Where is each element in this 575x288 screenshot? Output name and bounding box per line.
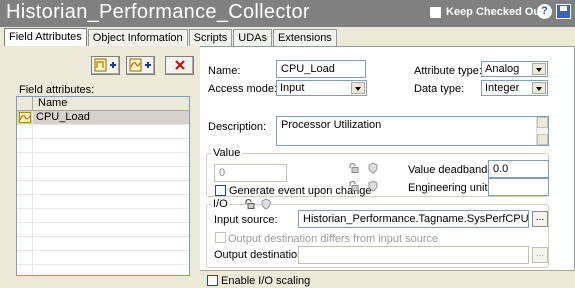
delete-icon [174, 60, 185, 70]
help-icon[interactable]: ? [537, 4, 552, 19]
attribute-type-select[interactable]: Analog [481, 61, 548, 77]
keep-checked-out-label: Keep Checked Out [446, 6, 544, 18]
shield-icon[interactable] [368, 162, 378, 174]
chevron-down-icon[interactable] [532, 63, 546, 75]
table-row-empty [17, 125, 189, 139]
table-row-empty [17, 237, 189, 251]
scroll-up-icon[interactable] [537, 117, 548, 128]
field-attributes-grid[interactable]: Name CPU_Load [16, 96, 190, 276]
shield-icon[interactable] [261, 198, 271, 210]
add-attribute-icon [94, 58, 116, 72]
enable-io-scaling-label: Enable I/O scaling [221, 275, 311, 287]
chevron-down-icon[interactable] [532, 82, 546, 94]
generate-event-checkbox[interactable] [215, 185, 226, 196]
table-row-empty [17, 139, 189, 153]
grid-header: Name [17, 97, 189, 111]
description-value: Processor Utilization [281, 119, 382, 131]
table-row-empty [17, 195, 189, 209]
description-scrollbar[interactable] [536, 117, 548, 145]
save-icon[interactable] [556, 4, 571, 19]
lock-icon[interactable] [244, 199, 255, 209]
lock-icon[interactable] [348, 163, 359, 173]
table-row-empty [17, 209, 189, 223]
window-title: Historian_Performance_Collector [6, 1, 310, 23]
output-differs-label: Output destination differs from input so… [228, 233, 439, 245]
tab-udas[interactable]: UDAs [233, 29, 272, 46]
access-mode-label: Access mode: [208, 83, 278, 95]
field-attributes-label: Field attributes: [19, 84, 95, 96]
value-deadband-field[interactable]: 0.0 [488, 160, 549, 178]
tab-strip: Field Attributes Object Information Scri… [4, 28, 338, 47]
output-destination-field[interactable] [298, 246, 529, 264]
input-source-field[interactable]: Historian_Performance.Tagname.SysPerfCPU… [298, 210, 529, 228]
input-source-browse-button[interactable]: ... [532, 211, 548, 227]
name-label: Name: [208, 65, 241, 77]
value-field[interactable]: 0 [214, 164, 287, 182]
table-row-empty [17, 167, 189, 181]
value-deadband-label: Value deadband: [408, 164, 491, 176]
engineering-units-field[interactable] [488, 178, 549, 196]
add-analog-attribute-icon [129, 58, 151, 72]
io-group-title: I/O [211, 198, 230, 210]
shield-icon[interactable] [368, 180, 378, 192]
table-row-empty [17, 251, 189, 265]
description-label: Description: [208, 121, 267, 133]
row-name: CPU_Load [36, 111, 90, 123]
add-attribute-button[interactable] [91, 56, 120, 75]
output-differs-checkbox[interactable] [215, 232, 226, 243]
table-row-empty [17, 153, 189, 167]
access-mode-value: Input [280, 82, 305, 94]
table-row-empty [17, 265, 189, 275]
add-analog-attribute-button[interactable] [126, 56, 155, 75]
access-mode-select[interactable]: Input [276, 80, 367, 96]
table-row-empty [17, 181, 189, 195]
data-type-label: Data type: [414, 83, 465, 95]
data-type-value: Integer [485, 82, 520, 94]
engineering-units-label: Engineering units: [408, 182, 497, 194]
tab-object-information[interactable]: Object Information [87, 29, 188, 46]
delete-attribute-button[interactable] [165, 56, 194, 75]
keep-checked-out-checkbox[interactable] [430, 6, 441, 18]
column-header-name[interactable]: Name [33, 97, 67, 110]
lock-icon[interactable] [348, 181, 359, 191]
title-bar: Historian_Performance_Collector Keep Che… [0, 0, 575, 27]
tab-scripts[interactable]: Scripts [188, 29, 233, 46]
analog-attribute-icon [18, 112, 31, 123]
output-destination-label: Output destination: [214, 249, 307, 261]
table-row[interactable]: CPU_Load [17, 111, 189, 125]
chevron-down-icon[interactable] [351, 82, 365, 94]
enable-io-scaling-checkbox[interactable] [207, 275, 218, 286]
description-field[interactable]: Processor Utilization [276, 116, 549, 146]
input-source-label: Input source: [214, 214, 278, 226]
output-destination-browse-button[interactable]: ... [532, 247, 548, 263]
value-group-title: Value [211, 147, 243, 159]
tab-field-attributes[interactable]: Field Attributes [4, 28, 87, 47]
attribute-type-value: Analog [485, 63, 520, 75]
tab-extensions[interactable]: Extensions [273, 29, 337, 46]
attribute-type-label: Attribute type: [414, 65, 482, 77]
table-row-empty [17, 223, 189, 237]
io-scaling-strip: Enable I/O scaling [200, 270, 575, 288]
keep-checked-out-toggle[interactable]: Keep Checked Out [430, 6, 544, 18]
data-type-select[interactable]: Integer [481, 80, 548, 96]
name-field[interactable]: CPU_Load [276, 60, 366, 78]
left-pane-footer [4, 278, 200, 288]
scroll-down-icon[interactable] [537, 134, 548, 145]
